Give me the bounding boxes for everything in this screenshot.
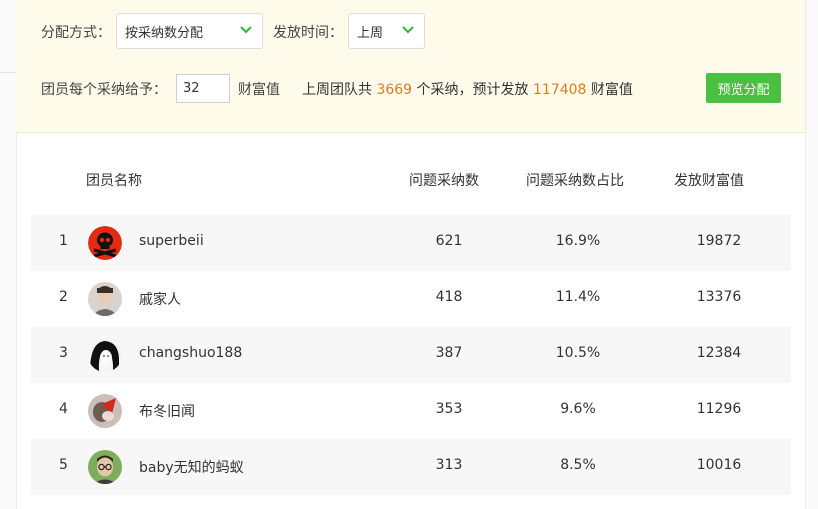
summary-suffix: 财富值: [590, 82, 633, 98]
row-wealth-value: 10016: [696, 457, 742, 473]
method-select-value: 按采纳数分配: [125, 25, 204, 41]
method-label: 分配方式：: [41, 25, 111, 41]
row-member-name[interactable]: superbeii: [139, 233, 204, 249]
right-edge-panel: [805, 0, 818, 509]
chevron-down-icon: [402, 26, 414, 34]
row-wealth-value: 13376: [696, 289, 742, 305]
row-adopt-ratio: 9.6%: [560, 401, 596, 417]
photo-avatar-icon[interactable]: [88, 394, 122, 428]
row-adopt-count: 313: [435, 457, 463, 473]
member-table-body: 1 superbeii 621 16.9% 19872 2 戚家人 418 11…: [31, 215, 791, 495]
row-adopt-count: 418: [435, 289, 463, 305]
sketch-face-avatar-icon[interactable]: [88, 338, 122, 372]
table-row: 3 changshuo188 387 10.5% 12384: [31, 327, 791, 383]
row-member-name[interactable]: 戚家人: [139, 289, 181, 309]
row-adopt-ratio: 11.4%: [555, 289, 601, 305]
row-adopt-count: 621: [435, 233, 463, 249]
left-edge-panel: [0, 0, 17, 509]
row-rank: 4: [59, 401, 68, 417]
summary-total-value: 117408: [533, 82, 587, 98]
header-member-name: 团员名称: [86, 173, 142, 189]
header-wealth-value: 发放财富值: [674, 173, 744, 189]
method-select[interactable]: 按采纳数分配: [116, 13, 263, 49]
row-adopt-count: 387: [435, 345, 463, 361]
portrait-avatar-icon[interactable]: [88, 282, 122, 316]
skull-avatar-icon[interactable]: [88, 226, 122, 260]
distribution-summary: 上周团队共 3669 个采纳，预计发放 117408 财富值: [302, 79, 633, 99]
header-adopt-count: 问题采纳数: [409, 173, 479, 189]
row-wealth-value: 19872: [696, 233, 742, 249]
table-row: 2 戚家人 418 11.4% 13376: [31, 271, 791, 327]
row-rank: 1: [59, 233, 68, 249]
time-select-value: 上周: [357, 25, 384, 41]
per-adopt-label: 团员每个采纳给予：: [41, 82, 167, 98]
row-adopt-ratio: 8.5%: [560, 457, 596, 473]
row-adopt-count: 353: [435, 401, 463, 417]
table-row: 1 superbeii 621 16.9% 19872: [31, 215, 791, 271]
chevron-down-icon: [240, 26, 252, 34]
time-label: 发放时间：: [273, 25, 343, 41]
table-header: 团员名称 问题采纳数 问题采纳数占比 发放财富值: [31, 160, 791, 200]
distribution-settings-panel: 分配方式： 按采纳数分配 发放时间： 上周 团员每个采纳给予： 财富值 上周团队…: [16, 0, 805, 133]
per-adopt-input[interactable]: [176, 74, 230, 103]
row-wealth-value: 11296: [696, 401, 742, 417]
glasses-avatar-icon[interactable]: [88, 450, 122, 484]
row-member-name[interactable]: changshuo188: [139, 345, 242, 361]
per-adopt-unit: 财富值: [238, 82, 280, 98]
row-adopt-ratio: 16.9%: [555, 233, 601, 249]
row-member-name[interactable]: 布冬旧闻: [139, 401, 195, 421]
preview-distribution-button[interactable]: 预览分配: [706, 73, 781, 103]
summary-prefix: 上周团队共: [302, 82, 372, 98]
summary-middle: 个采纳，预计发放: [416, 82, 529, 98]
row-adopt-ratio: 10.5%: [555, 345, 601, 361]
row-rank: 5: [59, 457, 68, 473]
table-row: 4 布冬旧闻 353 9.6% 11296: [31, 383, 791, 439]
row-rank: 3: [59, 345, 68, 361]
row-rank: 2: [59, 289, 68, 305]
summary-adopt-count: 3669: [376, 82, 413, 98]
row-wealth-value: 12384: [696, 345, 742, 361]
header-adopt-ratio: 问题采纳数占比: [526, 173, 624, 189]
time-select[interactable]: 上周: [348, 13, 425, 49]
table-row: 5 baby无知的蚂蚁 313 8.5% 10016: [31, 439, 791, 495]
row-member-name[interactable]: baby无知的蚂蚁: [139, 457, 244, 477]
